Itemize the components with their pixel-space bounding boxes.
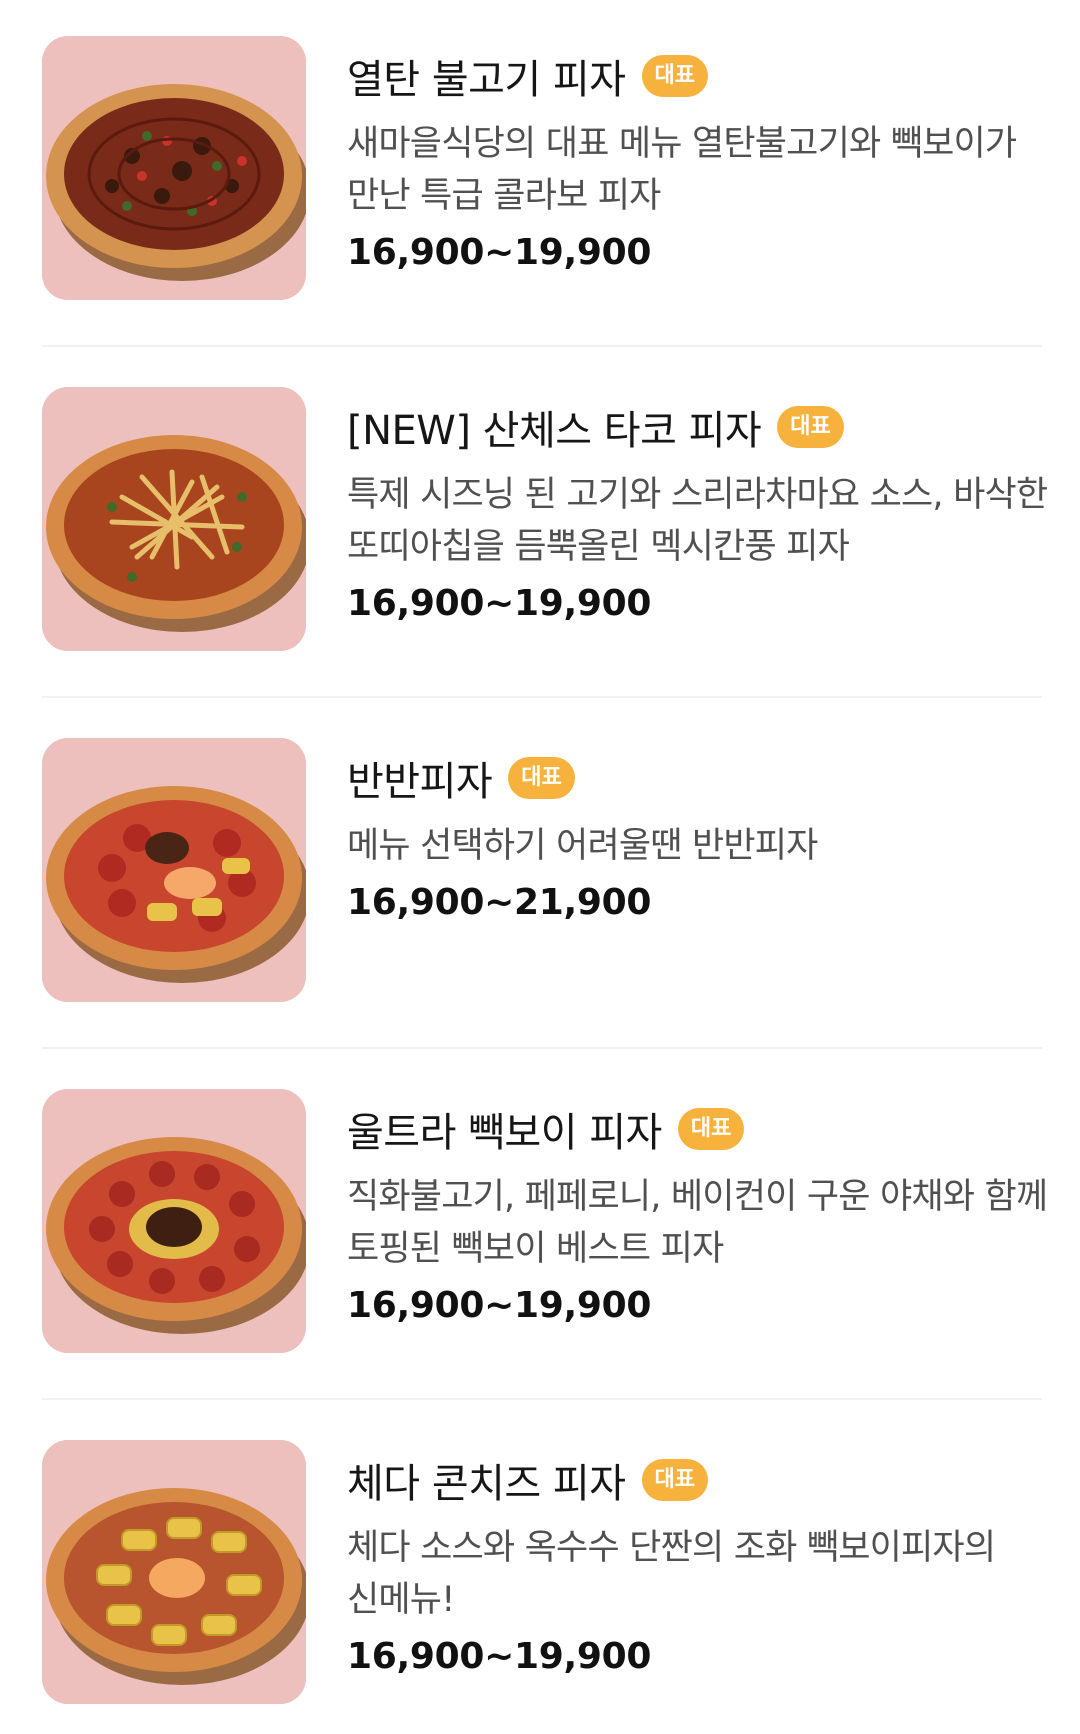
menu-item-cheddar-corn-pizza[interactable]: 체다 콘치즈 피자 대표 체다 소스와 옥수수 단짠의 조화 빽보이피자의 신메… <box>42 1440 1042 1705</box>
pizza-taco-image <box>42 387 306 651</box>
menu-item-title: 열탄 불고기 피자 <box>347 57 626 103</box>
pizza-cheddar-corn-image <box>42 1440 306 1704</box>
menu-item-taco-pizza[interactable]: [NEW] 산체스 타코 피자 대표 특제 시즈닝 된 고기와 스리라차마요 소… <box>42 387 1048 652</box>
signature-badge: 대표 <box>641 1459 709 1501</box>
menu-item-price: 16,900~21,900 <box>347 882 652 923</box>
pizza-bulgogi-image <box>42 36 306 300</box>
pizza-half-half-image <box>42 738 306 1002</box>
signature-badge: 대표 <box>777 406 844 448</box>
title-row: [NEW] 산체스 타코 피자 대표 <box>347 387 1080 467</box>
menu-item-title: 체다 콘치즈 피자 <box>347 1461 626 1507</box>
menu-item-title: 반반피자 <box>347 759 493 805</box>
menu-item-description: 새마을식당의 대표 메뉴 열탄불고기와 빽보이가 만난 특급 콜라보 피자 <box>347 124 1017 216</box>
menu-item-description: 체다 소스와 옥수수 단짠의 조화 빽보이피자의 신메뉴! <box>347 1528 996 1620</box>
menu-item-description: 특제 시즈닝 된 고기와 스리라차마요 소스, 바삭한 또띠아칩을 듬뿍올린 멕… <box>347 475 1048 567</box>
menu-item-info: 열탄 불고기 피자 대표 새마을식당의 대표 메뉴 열탄불고기와 빽보이가 만난… <box>347 36 1080 273</box>
menu-item-description: 메뉴 선택하기 어려울땐 반반피자 <box>347 826 818 866</box>
signature-badge: 대표 <box>677 1108 745 1150</box>
menu-item-price: 16,900~19,900 <box>347 583 652 624</box>
title-row: 울트라 빽보이 피자 대표 <box>347 1089 1080 1169</box>
menu-item-info: 체다 콘치즈 피자 대표 체다 소스와 옥수수 단짠의 조화 빽보이피자의 신메… <box>347 1440 1080 1677</box>
menu-item-info: [NEW] 산체스 타코 피자 대표 특제 시즈닝 된 고기와 스리라차마요 소… <box>347 387 1080 624</box>
divider <box>42 345 1042 347</box>
menu-item-description: 직화불고기, 페페로니, 베이컨이 구운 야채와 함께 토핑된 빽보이 베스트 … <box>347 1177 1048 1269</box>
divider <box>42 1047 1042 1049</box>
menu-item-half-half-pizza[interactable]: 반반피자 대표 메뉴 선택하기 어려울땐 반반피자 16,900~21,900 <box>42 738 1042 1003</box>
menu-list: 열탄 불고기 피자 대표 새마을식당의 대표 메뉴 열탄불고기와 빽보이가 만난… <box>0 0 1080 1734</box>
signature-badge: 대표 <box>641 55 709 97</box>
menu-item-bulgogi-pizza[interactable]: 열탄 불고기 피자 대표 새마을식당의 대표 메뉴 열탄불고기와 빽보이가 만난… <box>42 36 1042 301</box>
divider <box>42 696 1042 698</box>
pizza-ultra-image <box>42 1089 306 1353</box>
menu-item-price: 16,900~19,900 <box>347 1636 652 1677</box>
menu-item-info: 울트라 빽보이 피자 대표 직화불고기, 페페로니, 베이컨이 구운 야채와 함… <box>347 1089 1080 1326</box>
divider <box>42 1398 1042 1400</box>
menu-item-ultra-pizza[interactable]: 울트라 빽보이 피자 대표 직화불고기, 페페로니, 베이컨이 구운 야채와 함… <box>42 1089 1048 1354</box>
signature-badge: 대표 <box>508 757 575 799</box>
menu-item-info: 반반피자 대표 메뉴 선택하기 어려울땐 반반피자 16,900~21,900 <box>347 738 1080 923</box>
menu-item-price: 16,900~19,900 <box>347 232 652 273</box>
title-row: 열탄 불고기 피자 대표 <box>347 36 1080 116</box>
title-row: 반반피자 대표 <box>347 738 1080 818</box>
menu-item-title: [NEW] 산체스 타코 피자 <box>347 408 762 454</box>
menu-item-title: 울트라 빽보이 피자 <box>347 1110 662 1156</box>
menu-item-price: 16,900~19,900 <box>347 1285 652 1326</box>
title-row: 체다 콘치즈 피자 대표 <box>347 1440 1080 1520</box>
